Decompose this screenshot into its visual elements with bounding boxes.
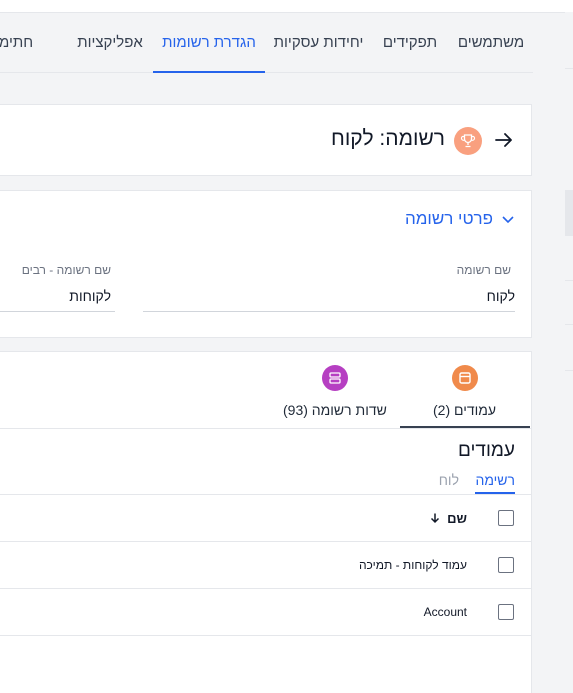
- page-layout-icon: [452, 365, 478, 391]
- fields-icon: [322, 365, 348, 391]
- tab-pages[interactable]: עמודים (2): [400, 352, 530, 428]
- record-name-plural-value: לקוחות: [69, 287, 111, 304]
- tab-signature[interactable]: חתימה אי: [0, 12, 68, 72]
- tab-pages-label: עמודים (2): [433, 402, 497, 418]
- record-header-card: רשומה: לקוח: [0, 104, 532, 176]
- settings-tabs: משתמשים תפקידים יחידות עסקיות הגדרת רשומ…: [0, 12, 533, 73]
- row-checkbox[interactable]: [498, 557, 514, 573]
- table-end-divider: [0, 635, 531, 636]
- name-column-label: שם: [447, 510, 467, 526]
- row-name: עמוד לקוחות - תמיכה: [358, 558, 467, 572]
- tab-users[interactable]: משתמשים: [449, 12, 533, 72]
- tab-applications[interactable]: אפליקציות: [70, 12, 150, 72]
- tabs-divider: [0, 428, 531, 429]
- record-name-field[interactable]: לקוח: [143, 280, 515, 312]
- view-tab-list[interactable]: רשימה: [475, 472, 515, 494]
- table-row[interactable]: עמוד לקוחות - תמיכה: [0, 541, 531, 588]
- table-header-row: שם: [0, 494, 531, 541]
- table-row[interactable]: Account: [0, 588, 531, 635]
- record-name-plural-label: שם רשומה - רבים: [21, 263, 111, 277]
- arrow-down-icon: [431, 513, 440, 524]
- record-name-value: לקוח: [486, 287, 515, 304]
- record-name-plural-field[interactable]: לקוחות: [0, 280, 115, 312]
- pages-card: עמודים (2) שדות רשומה (93) עמודים רשימה …: [0, 351, 532, 693]
- arrow-right-icon[interactable]: [493, 129, 515, 151]
- section-title: פרטי רשומה: [404, 209, 493, 228]
- tab-record-settings[interactable]: הגדרת רשומות: [153, 12, 265, 73]
- record-title: רשומה: לקוח: [331, 127, 445, 150]
- record-name-label: שם רשומה: [456, 263, 511, 277]
- tab-roles[interactable]: תפקידים: [374, 12, 446, 72]
- tab-record-fields[interactable]: שדות רשומה (93): [270, 352, 400, 428]
- record-details-card: פרטי רשומה שם רשומה לקוח שם רשומה - רבים…: [0, 190, 532, 338]
- row-name: Account: [423, 605, 467, 619]
- tab-record-fields-label: שדות רשומה (93): [283, 402, 387, 418]
- right-rail: [565, 12, 573, 692]
- view-tab-board[interactable]: לוח: [439, 472, 459, 488]
- tab-business-units[interactable]: יחידות עסקיות: [266, 12, 371, 72]
- name-column-header[interactable]: שם: [429, 495, 467, 541]
- record-details-toggle[interactable]: פרטי רשומה: [405, 209, 515, 229]
- pages-heading: עמודים: [457, 440, 515, 461]
- trophy-icon: [454, 127, 482, 155]
- select-all-checkbox[interactable]: [498, 510, 514, 526]
- row-checkbox[interactable]: [498, 604, 514, 620]
- chevron-down-icon: [502, 216, 514, 224]
